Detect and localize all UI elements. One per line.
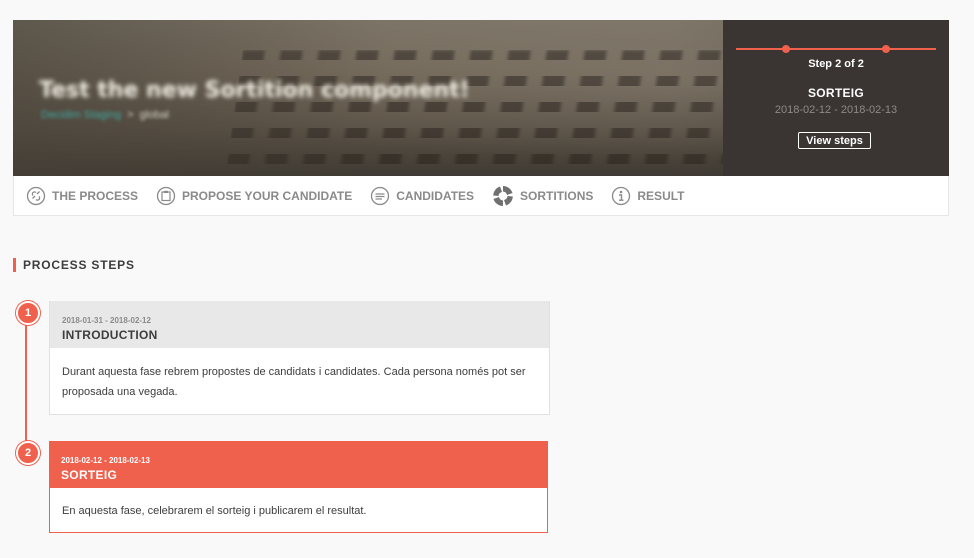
nav-item-candidates[interactable]: CANDIDATES <box>370 186 474 206</box>
nav-item-propose-your-candidate[interactable]: PROPOSE YOUR CANDIDATE <box>156 186 352 206</box>
step-card-introduction: 2018-01-31 - 2018-02-12 INTRODUCTION Dur… <box>49 301 550 415</box>
step-card-header: 2018-01-31 - 2018-02-12 INTRODUCTION <box>50 301 549 348</box>
organization-link[interactable]: Decidim Staging <box>41 109 121 121</box>
step-dates: 2018-01-31 - 2018-02-12 <box>62 316 151 325</box>
section-title: PROCESS STEPS <box>13 258 135 272</box>
candidates-icon <box>371 186 390 205</box>
process-nav: THE PROCESS PROPOSE YOUR CANDIDATE CANDI… <box>13 176 949 216</box>
process-title: Test the new Sortition component! <box>39 78 470 103</box>
nav-item-sortitions[interactable]: SORTITIONS <box>492 185 593 207</box>
step-title: SORTEIG <box>61 468 118 482</box>
process-hero-banner: Test the new Sortition component! Decidi… <box>13 20 949 176</box>
subtitle-separator: > <box>127 109 134 121</box>
current-step-dates: 2018-02-12 - 2018-02-13 <box>774 104 898 116</box>
process-subtitle: Decidim Staging > global <box>41 109 169 121</box>
step-card-header: 2018-02-12 - 2018-02-13 SORTEIG <box>49 441 548 488</box>
proposal-icon <box>156 186 176 205</box>
step-title: INTRODUCTION <box>62 328 158 342</box>
step-progress-line <box>736 48 936 50</box>
current-step-name: SORTEIG <box>807 86 865 100</box>
nav-item-label: PROPOSE YOUR CANDIDATE <box>182 188 353 203</box>
step-description: En aquesta fase, celebrarem el sorteig i… <box>49 488 548 533</box>
nav-item-label: RESULT <box>637 188 685 203</box>
step-number-badge: 1 <box>16 301 40 325</box>
nav-item-result[interactable]: RESULT <box>611 186 685 206</box>
timeline-line <box>25 312 27 454</box>
sortitions-icon <box>493 185 513 206</box>
step-dates: 2018-02-12 - 2018-02-13 <box>61 456 150 465</box>
nav-item-label: SORTITIONS <box>520 188 594 203</box>
nav-item-label: CANDIDATES <box>396 188 475 203</box>
step-number-badge: 2 <box>16 441 40 465</box>
step-progress-dot-2 <box>882 45 890 53</box>
scope-label: global <box>139 109 169 121</box>
result-icon <box>612 186 631 205</box>
step-progress-dot-1 <box>782 45 790 53</box>
step-card-sorteig: 2018-02-12 - 2018-02-13 SORTEIG En aques… <box>49 441 548 533</box>
step-description: Durant aquesta fase rebrem propostes de … <box>50 348 549 414</box>
step-count: Step 2 of 2 <box>808 58 864 70</box>
view-steps-button[interactable]: View steps <box>798 132 871 149</box>
process-icon <box>26 186 46 205</box>
nav-item-label: THE PROCESS <box>52 188 139 203</box>
nav-item-the-process[interactable]: THE PROCESS <box>26 186 138 206</box>
current-step-panel: Step 2 of 2 SORTEIG 2018-02-12 - 2018-02… <box>723 20 949 176</box>
